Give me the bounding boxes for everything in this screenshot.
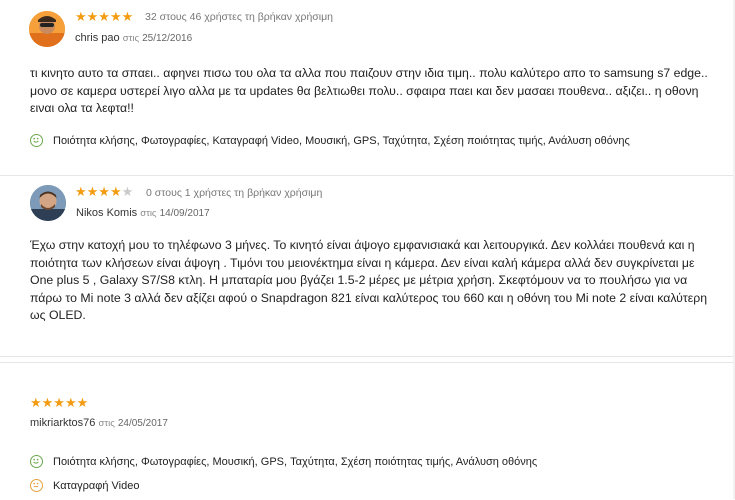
author-last-name[interactable]: pao: [101, 32, 119, 44]
helpful-count: 0 στους 1 χρήστες τη βρήκαν χρήσιμη: [146, 187, 323, 199]
review-author: Nikos Komis στις 14/09/2017: [76, 207, 210, 219]
pros-text: Ποιότητα κλήσης, Φωτογραφίες, Καταγραφή …: [53, 134, 630, 147]
rating-stars: ★★★★★: [75, 184, 134, 199]
author-first-name[interactable]: Nikos: [76, 207, 104, 219]
review-text: Έχω στην κατοχή μου το τηλέφωνο 3 μήνες.…: [30, 238, 708, 322]
rating-stars: ★★★★★: [30, 395, 89, 410]
smile-icon: [30, 134, 43, 147]
pros-list: Ποιότητα κλήσης, Φωτογραφίες, Καταγραφή …: [30, 134, 630, 147]
avatar[interactable]: [29, 11, 65, 47]
review-date: 14/09/2017: [159, 208, 210, 219]
helpful-count: 32 στους 46 χρήστες τη βρήκαν χρήσιμη: [145, 11, 333, 23]
review-date: 24/05/2017: [117, 418, 168, 429]
pros-list: Ποιότητα κλήσης, Φωτογραφίες, Μουσική, G…: [30, 455, 537, 468]
rating-stars: ★★★★★: [75, 9, 134, 24]
review-author: mikriarktos76 στις 24/05/2017: [30, 417, 168, 429]
review-date: 25/12/2016: [142, 33, 193, 44]
date-prefix: στις: [140, 208, 157, 219]
date-prefix: στις: [98, 418, 115, 429]
author-name[interactable]: mikriarktos76: [30, 417, 95, 429]
date-prefix: στις: [122, 33, 140, 44]
smile-icon: [30, 455, 43, 468]
avatar[interactable]: [30, 185, 66, 221]
neutral-text: Καταγραφή Video: [53, 479, 140, 492]
review-card: ★★★★★ 32 στους 46 χρήστες τη βρήκαν χρήσ…: [0, 0, 735, 172]
review-author: chris pao στις 25/12/2016: [75, 32, 192, 44]
review-card: ★★★★★ mikriarktos76 στις 24/05/2017 Ποιό…: [0, 362, 735, 500]
review-card: ★★★★★ 0 στους 1 χρήστες τη βρήκαν χρήσιμ…: [0, 175, 735, 357]
review-text: τι κινητο αυτο τα σπαει.. αφηνει πισω το…: [30, 66, 708, 115]
neutral-list: Καταγραφή Video: [30, 479, 139, 492]
author-first-name[interactable]: chris: [75, 32, 98, 44]
neutral-face-icon: [30, 479, 43, 492]
author-last-name[interactable]: Komis: [107, 207, 138, 219]
pros-text: Ποιότητα κλήσης, Φωτογραφίες, Μουσική, G…: [53, 455, 538, 468]
